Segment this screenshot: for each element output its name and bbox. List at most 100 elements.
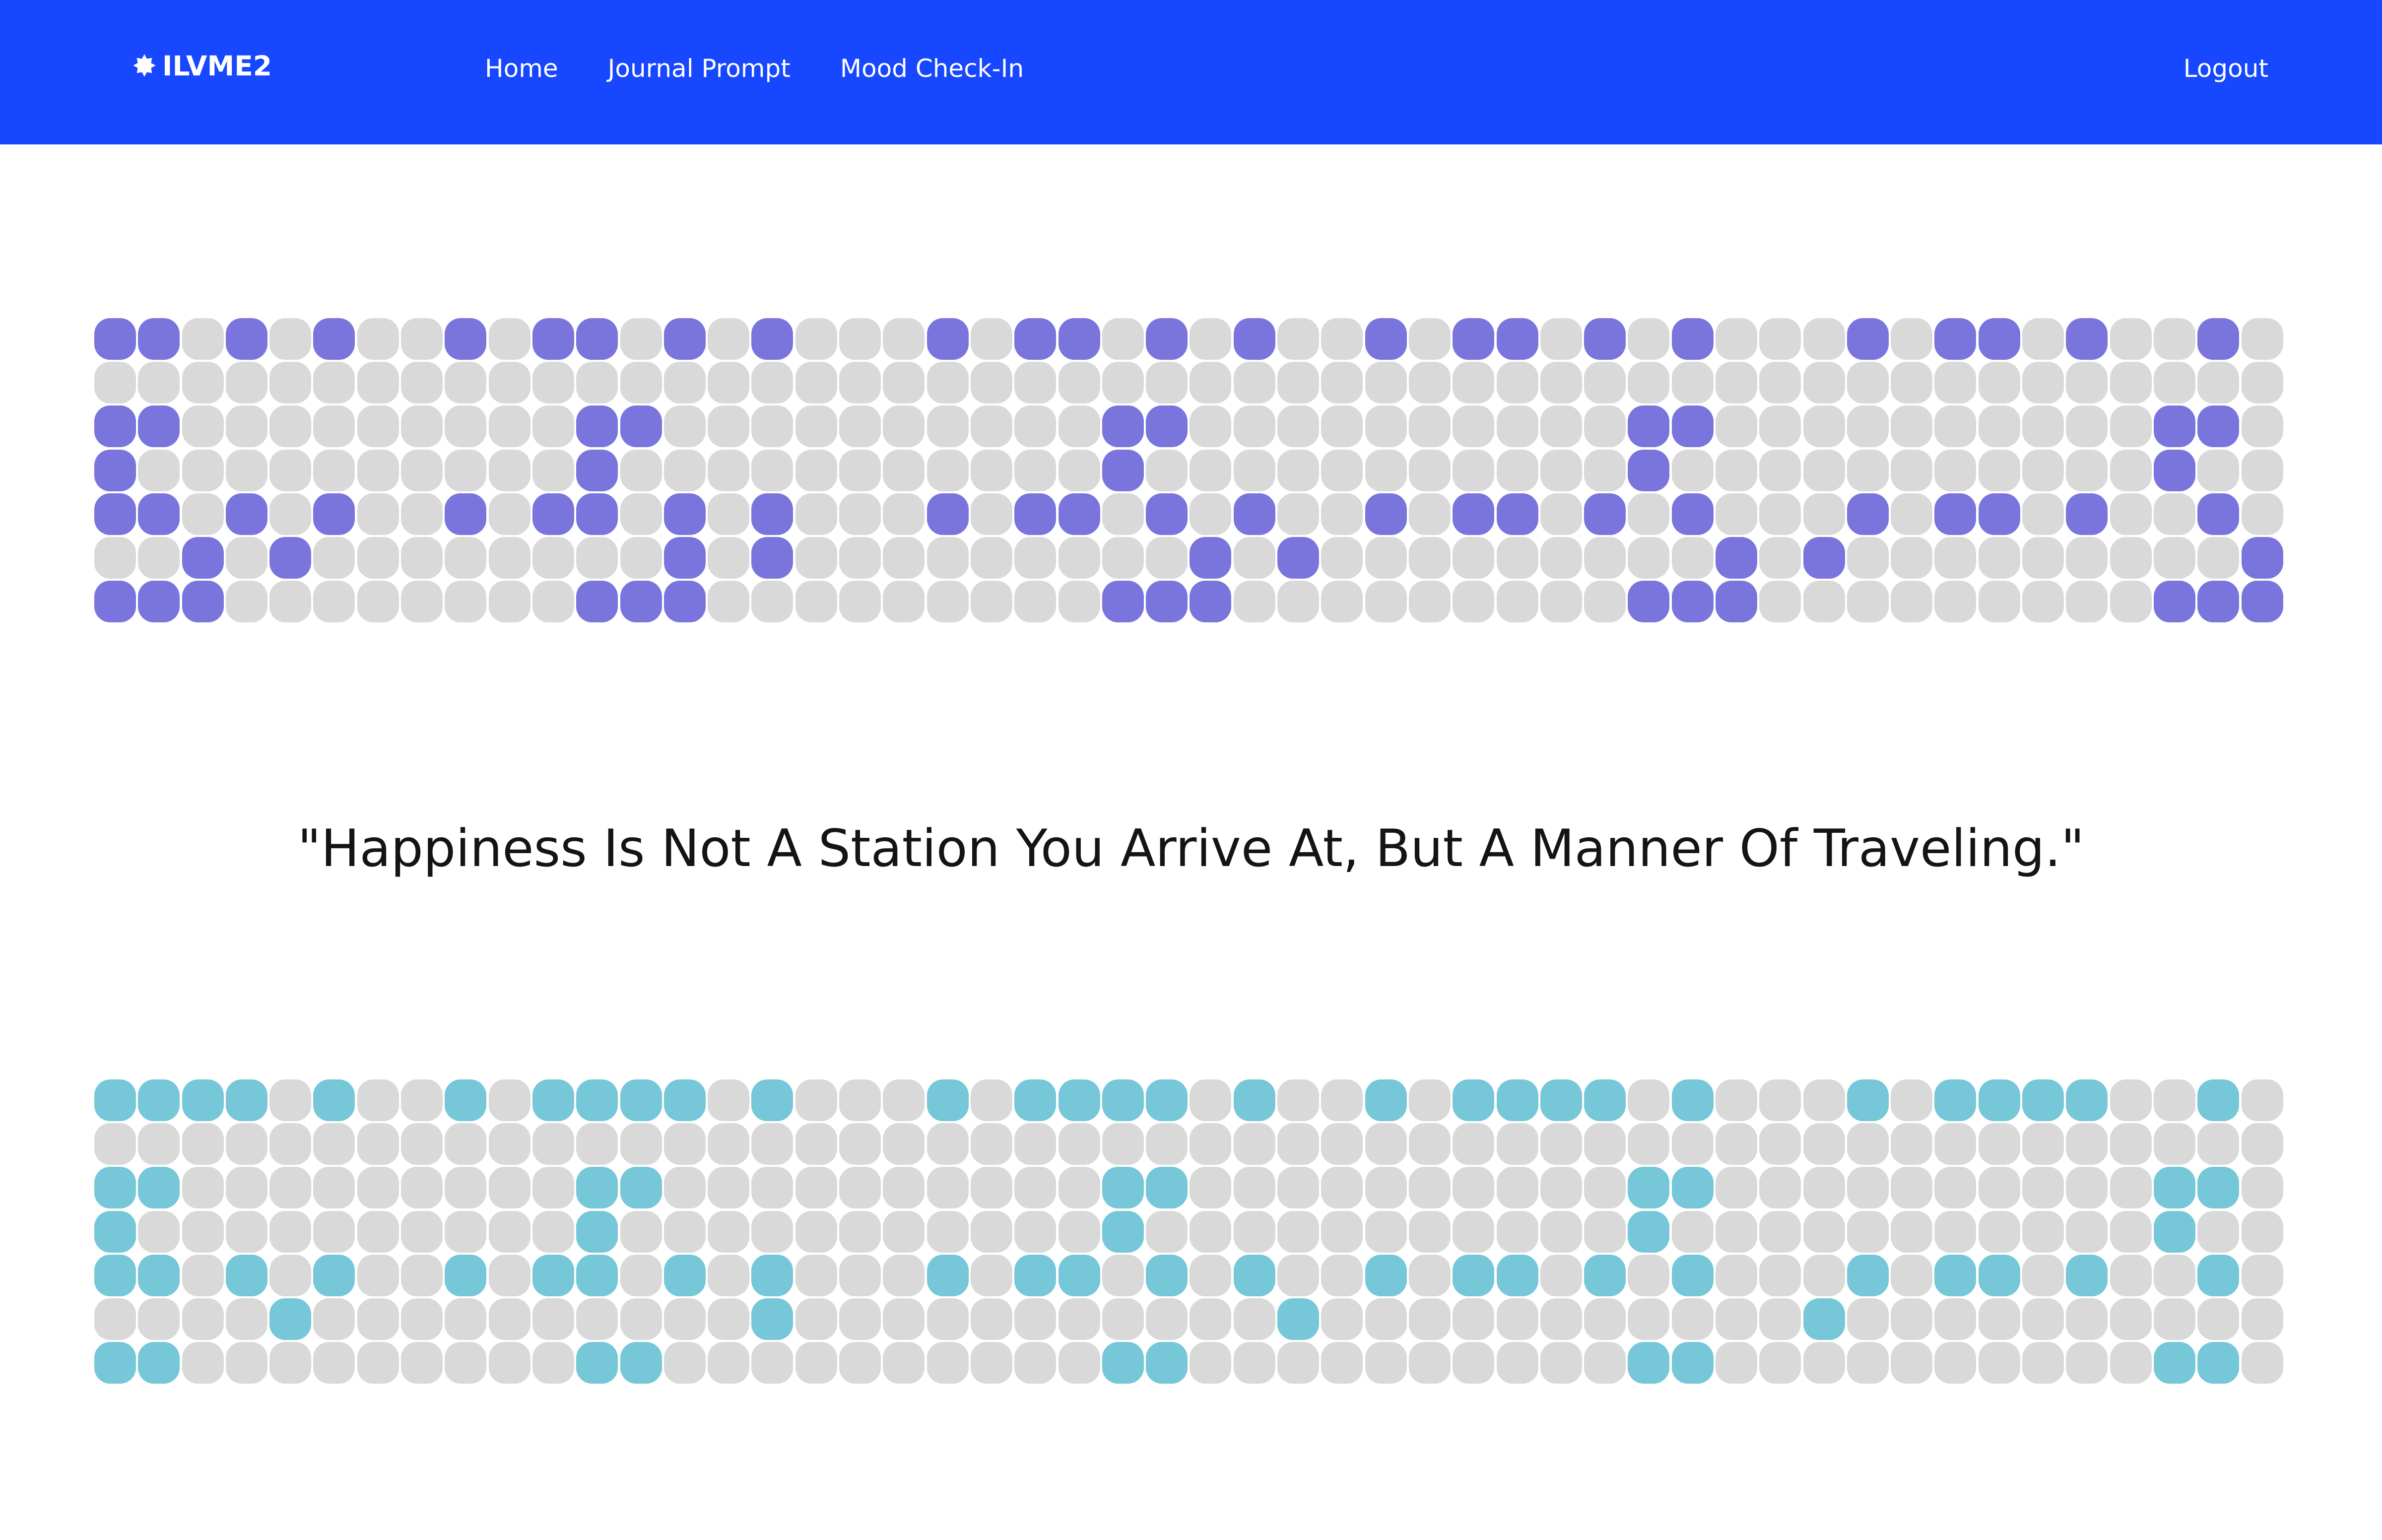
dot-cell-active <box>1146 1079 1188 1121</box>
dot-cell <box>2241 405 2283 448</box>
dot-cell-active <box>751 493 794 535</box>
dot-cell <box>1891 1342 1933 1384</box>
nav-link-home[interactable]: Home <box>485 52 558 85</box>
dot-cell <box>708 1123 750 1165</box>
dot-cell <box>401 1254 443 1296</box>
dot-cell-active <box>751 1298 794 1340</box>
dot-cell <box>269 362 312 404</box>
dot-cell <box>1891 1123 1933 1165</box>
dot-cell-active <box>1496 318 1538 360</box>
dot-cell <box>357 493 399 535</box>
dot-cell <box>1934 362 1977 404</box>
dot-cell <box>883 1298 925 1340</box>
brand-logo[interactable]: ILVME2 <box>132 49 272 83</box>
dot-cell-active <box>94 318 136 360</box>
dot-cell <box>1277 1167 1320 1209</box>
dot-cell <box>839 449 881 491</box>
dot-cell <box>313 362 355 404</box>
dot-cell <box>1584 1210 1626 1253</box>
dot-cell <box>1978 405 2020 448</box>
dot-cell <box>1759 581 1801 623</box>
dot-cell <box>1671 1210 1714 1253</box>
dot-cell <box>1365 536 1407 579</box>
dot-cell <box>138 1210 180 1253</box>
nav-link-journal-prompt[interactable]: Journal Prompt <box>608 52 791 85</box>
dot-cell <box>576 1123 618 1165</box>
dot-cell <box>401 1079 443 1121</box>
dot-cell <box>1934 536 1977 579</box>
dot-cell <box>1190 1167 1232 1209</box>
dot-cell <box>357 318 399 360</box>
dot-cell <box>225 581 267 623</box>
dot-cell-active <box>1934 1079 1977 1121</box>
dot-cell <box>708 1079 750 1121</box>
dot-cell <box>1540 1123 1582 1165</box>
dot-cell <box>1058 1167 1100 1209</box>
dot-cell <box>1540 1167 1582 1209</box>
dot-cell <box>269 581 312 623</box>
dot-cell <box>313 1210 355 1253</box>
dot-cell <box>2153 362 2195 404</box>
dot-cell <box>1759 1298 1801 1340</box>
dot-cell <box>795 1254 837 1296</box>
dot-cell <box>1190 405 1232 448</box>
dot-cell <box>1934 581 1977 623</box>
dot-cell <box>225 1210 267 1253</box>
dot-cell <box>1847 536 1889 579</box>
dot-cell <box>1058 405 1100 448</box>
dot-cell <box>1496 1123 1538 1165</box>
dot-cell <box>401 449 443 491</box>
dot-cell-active <box>225 1254 267 1296</box>
dot-cell-active <box>138 318 180 360</box>
dot-cell <box>1146 449 1188 491</box>
dot-cell <box>2110 1210 2152 1253</box>
dot-cell-active <box>94 1167 136 1209</box>
dot-cell <box>313 1342 355 1384</box>
dot-cell <box>926 362 969 404</box>
nav-link-mood-check-in[interactable]: Mood Check-In <box>840 52 1024 85</box>
dot-cell <box>269 1254 312 1296</box>
dot-cell-active <box>1803 536 1845 579</box>
dot-cell <box>1058 1123 1100 1165</box>
dot-cell <box>1321 1342 1363 1384</box>
dot-cell-active <box>225 1079 267 1121</box>
dot-cell <box>269 1123 312 1165</box>
dot-cell <box>1058 1298 1100 1340</box>
logout-link[interactable]: Logout <box>2184 52 2268 85</box>
dot-cell <box>795 1123 837 1165</box>
dot-cell <box>1759 1079 1801 1121</box>
dot-cell <box>883 362 925 404</box>
dot-cell <box>1408 1342 1451 1384</box>
dot-cell <box>182 493 224 535</box>
dot-cell <box>2066 536 2108 579</box>
dot-cell-active <box>94 405 136 448</box>
dot-cell <box>1540 1342 1582 1384</box>
dot-cell <box>926 1167 969 1209</box>
dot-cell <box>1628 1123 1670 1165</box>
dot-cell <box>2153 318 2195 360</box>
dot-cell <box>970 1254 1012 1296</box>
dot-cell <box>1453 1167 1495 1209</box>
dot-cell <box>1321 581 1363 623</box>
dot-cell <box>795 581 837 623</box>
dot-cell-active <box>138 581 180 623</box>
dot-cell <box>1847 449 1889 491</box>
dot-cell-active <box>532 1079 574 1121</box>
dot-cell <box>1803 362 1845 404</box>
dot-cell-active <box>532 493 574 535</box>
dot-cell <box>970 449 1012 491</box>
dot-cell <box>1496 405 1538 448</box>
dot-cell-active <box>576 1342 618 1384</box>
dot-cell <box>970 1123 1012 1165</box>
dot-cell <box>1102 1254 1144 1296</box>
dot-cell-active <box>2066 318 2108 360</box>
dot-cell <box>1277 581 1320 623</box>
dot-cell-active <box>1628 1342 1670 1384</box>
dot-cell-active <box>2153 1167 2195 1209</box>
dot-cell <box>1847 1167 1889 1209</box>
dot-cell-active <box>1102 1079 1144 1121</box>
dot-cell <box>1321 1254 1363 1296</box>
dot-cell <box>1803 493 1845 535</box>
dot-cell <box>1847 1298 1889 1340</box>
dot-cell <box>2022 1123 2064 1165</box>
